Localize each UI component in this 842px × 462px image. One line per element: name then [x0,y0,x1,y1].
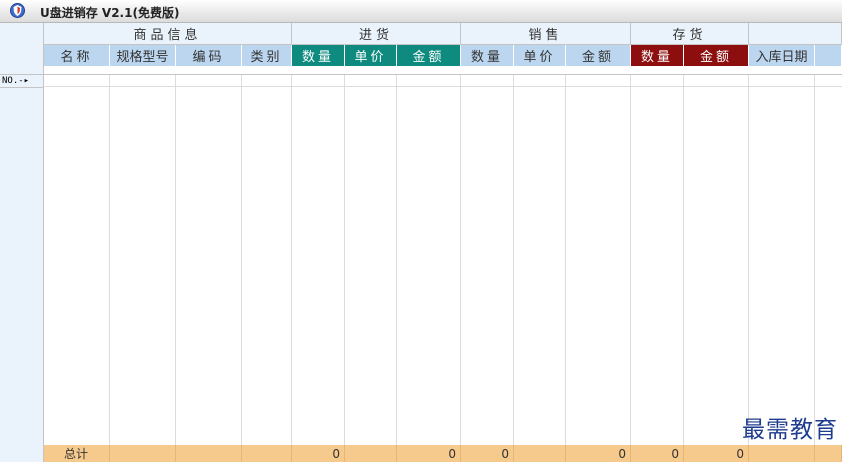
grid-line [175,87,176,445]
col-header-sales-qty[interactable]: 数量 [461,45,514,66]
group-header-product-info: 商品信息 [44,23,292,45]
row-header-column [0,87,44,445]
group-header-stock: 存货 [631,23,749,45]
grid-line [513,87,514,445]
new-row-cell[interactable] [815,75,842,87]
grid-corner [0,23,44,75]
col-header-overflow [815,45,842,66]
row-indicator-label: NO.-▸ [2,76,30,86]
grid-line [630,87,631,445]
grid-line [814,87,815,445]
footer-stock-amount: 0 [684,445,749,462]
col-header-name[interactable]: 名称 [44,45,110,66]
new-row-cell[interactable] [242,75,292,87]
header-gap [44,66,842,75]
footer-cell [815,445,842,462]
grid-line [241,87,242,445]
new-row-cell[interactable] [566,75,631,87]
footer-purchase-qty: 0 [292,445,345,462]
footer-cell [749,445,815,462]
col-header-category[interactable]: 类别 [242,45,292,66]
grid-line [565,87,566,445]
col-header-sales-price[interactable]: 单价 [514,45,566,66]
grid-line [683,87,684,445]
new-row-cell[interactable] [292,75,345,87]
footer-total-label-cell: 总计 [44,445,110,462]
new-row-cell[interactable] [176,75,242,87]
grid-line [396,87,397,445]
footer-cell [242,445,292,462]
col-header-purchase-qty[interactable]: 数量 [292,45,345,66]
col-header-stock-amount[interactable]: 金额 [684,45,749,66]
footer-cell [514,445,566,462]
grid-line [748,87,749,445]
footer-total-label: 总计 [64,447,89,461]
row-indicator[interactable]: NO.-▸ [0,75,44,87]
grid-line [291,87,292,445]
inventory-grid[interactable]: 商品信息 进货 销售 存货 名称 规格型号 编码 类别 数量 单价 金额 数量 … [0,23,842,462]
footer-sales-amount: 0 [566,445,631,462]
footer-cell [345,445,397,462]
col-header-purchase-price[interactable]: 单价 [345,45,397,66]
col-header-spec-model[interactable]: 规格型号 [110,45,176,66]
footer-cell [110,445,176,462]
new-row-cell[interactable] [44,75,110,87]
col-header-stock-qty[interactable]: 数量 [631,45,684,66]
col-header-purchase-amount[interactable]: 金额 [397,45,461,66]
group-header-purchase: 进货 [292,23,461,45]
title-bar: U盘进销存 V2.1(免费版) [0,0,842,23]
watermark: 最需教育 [742,417,838,443]
new-row-cell[interactable] [749,75,815,87]
window-title: U盘进销存 V2.1(免费版) [40,6,180,20]
new-row-cell[interactable] [461,75,514,87]
footer-row-header [0,445,44,462]
footer-stock-qty: 0 [631,445,684,462]
new-row-cell[interactable] [345,75,397,87]
footer-cell [176,445,242,462]
col-header-sales-amount[interactable]: 金额 [566,45,631,66]
grid-line [460,87,461,445]
group-header-sales: 销售 [461,23,631,45]
app-shield-icon[interactable] [10,3,25,18]
col-header-code[interactable]: 编码 [176,45,242,66]
new-row-cell[interactable] [514,75,566,87]
group-header-blank [749,23,842,45]
footer-sales-qty: 0 [461,445,514,462]
grid-line [109,87,110,445]
new-row-cell[interactable] [684,75,749,87]
footer-purchase-amount: 0 [397,445,461,462]
new-row-cell[interactable] [631,75,684,87]
new-row-cell[interactable] [110,75,176,87]
new-row-cell[interactable] [397,75,461,87]
grid-line [344,87,345,445]
col-header-entry-date[interactable]: 入库日期 [749,45,815,66]
